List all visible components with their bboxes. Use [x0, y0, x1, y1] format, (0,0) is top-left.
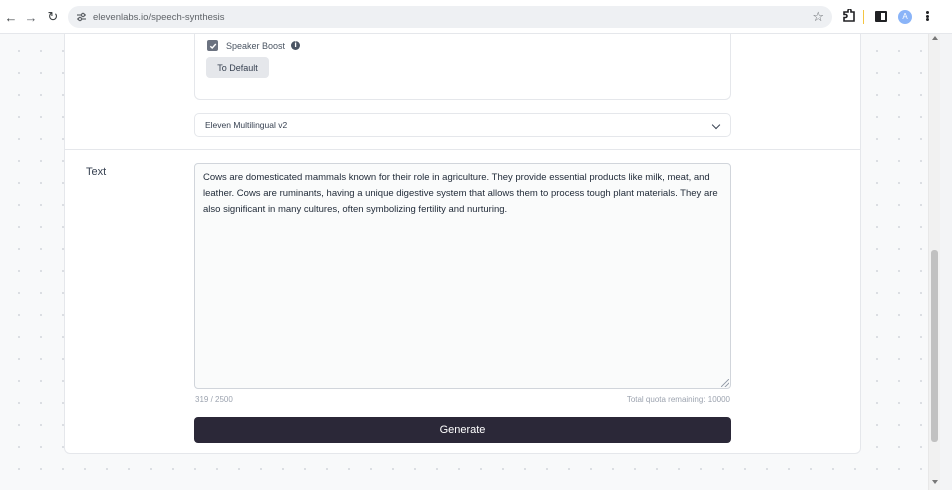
checkmark-icon	[209, 43, 216, 49]
section-divider	[65, 149, 860, 150]
scroll-down-arrow-icon[interactable]	[932, 480, 938, 484]
profile-avatar[interactable]: A	[898, 10, 912, 24]
text-section-label: Text	[86, 166, 107, 178]
toolbar-divider	[863, 10, 864, 24]
info-icon[interactable]: i	[291, 41, 301, 50]
generate-button[interactable]: Generate	[194, 417, 731, 443]
browser-toolbar: ← → ↻ elevenlabs.io/speech-synthesis ☆ A	[0, 0, 952, 34]
scroll-up-arrow-icon[interactable]	[932, 36, 938, 40]
speaker-boost-label: Speaker Boost	[226, 40, 286, 51]
bookmark-star-icon[interactable]: ☆	[812, 9, 824, 25]
quota-remaining: Total quota remaining: 10000	[626, 395, 730, 404]
model-dropdown[interactable]: Eleven Multilingual v2	[194, 113, 731, 137]
more-menu-icon[interactable]	[921, 9, 933, 23]
extensions-puzzle-icon[interactable]	[842, 8, 856, 23]
to-default-button[interactable]: To Default	[206, 57, 269, 78]
address-bar[interactable]: elevenlabs.io/speech-synthesis ☆	[68, 6, 832, 28]
resize-handle-icon[interactable]	[721, 379, 729, 387]
speech-synthesis-card: Speaker Boost i To Default Eleven Multil…	[64, 34, 861, 454]
page-scrollbar[interactable]	[928, 34, 940, 490]
reload-icon[interactable]: ↻	[44, 8, 62, 26]
side-panel-icon[interactable]	[875, 11, 887, 22]
voice-settings-panel: Speaker Boost i To Default	[194, 34, 731, 100]
site-settings-icon[interactable]	[75, 11, 87, 23]
character-count: 319 / 2500	[195, 395, 233, 404]
back-arrow-icon[interactable]: ←	[2, 8, 20, 26]
speaker-boost-row: Speaker Boost i	[207, 40, 301, 51]
page-viewport: Speaker Boost i To Default Eleven Multil…	[0, 34, 940, 490]
forward-arrow-icon[interactable]: →	[22, 8, 40, 26]
speaker-boost-checkbox[interactable]	[207, 40, 218, 51]
text-input[interactable]: Cows are domesticated mammals known for …	[194, 163, 731, 389]
scroll-thumb[interactable]	[931, 250, 938, 442]
url-text[interactable]: elevenlabs.io/speech-synthesis	[93, 12, 225, 23]
chevron-down-icon	[711, 120, 721, 130]
model-selected-value: Eleven Multilingual v2	[205, 120, 288, 130]
